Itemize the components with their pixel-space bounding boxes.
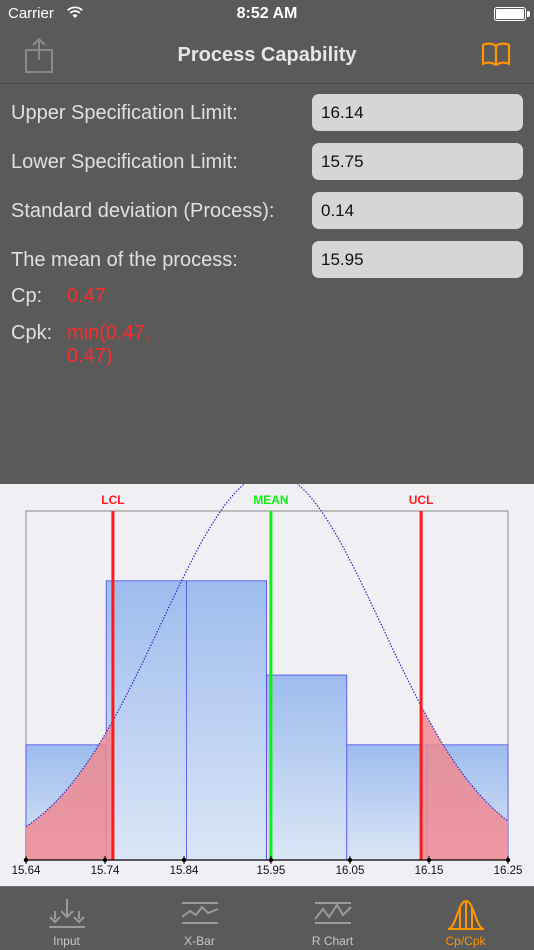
histogram-bar xyxy=(266,674,348,861)
x-tick-label: 15.64 xyxy=(12,865,41,877)
tab-r-chart[interactable]: R Chart xyxy=(266,887,399,950)
xbar-chart-icon xyxy=(181,902,219,924)
tab-label: X-Bar xyxy=(184,934,215,948)
x-tick-dot xyxy=(102,857,108,863)
tab-input[interactable]: Input xyxy=(0,887,133,950)
cp-result: Cp: 0.47 xyxy=(11,285,106,308)
histogram-bar xyxy=(186,580,268,861)
navigation-bar: Process Capability xyxy=(0,28,534,84)
status-bar: Carrier 8:52 AM xyxy=(0,0,534,28)
x-tick-label: 15.84 xyxy=(170,865,199,877)
tab-cp-cpk[interactable]: Cp/Cpk xyxy=(399,887,532,950)
cpk-value: min(0.47, 0.47) xyxy=(67,322,151,367)
histogram-bar xyxy=(346,744,428,861)
histogram-bar xyxy=(105,580,187,861)
x-tick-label: 16.25 xyxy=(494,865,523,877)
sd-label: Standard deviation (Process): xyxy=(11,200,275,222)
capability-chart: LCL MEAN UCL 15.64 15.74 15.84 15.95 16.05 16.15… xyxy=(0,484,534,886)
input-form: Upper Specification Limit: Lower Specifi… xyxy=(0,84,534,484)
x-tick-label: 16.15 xyxy=(415,865,444,877)
lsl-field[interactable] xyxy=(312,143,523,180)
limit-label-lcl: LCL xyxy=(101,493,124,507)
clock: 8:52 AM xyxy=(236,5,298,22)
limit-label-ucl: UCL xyxy=(409,493,434,507)
capability-histogram: LCL MEAN UCL 15.64 15.74 15.84 15.95 16.05 16.15… xyxy=(12,484,523,877)
tab-label: Cp/Cpk xyxy=(445,934,486,948)
x-tick-dot xyxy=(268,857,274,863)
limit-label-mean: MEAN xyxy=(253,493,288,507)
bell-curve-icon xyxy=(447,899,485,930)
mean-label: The mean of the process: xyxy=(11,249,238,271)
x-tick-dot xyxy=(181,857,187,863)
x-tick-dot xyxy=(426,857,432,863)
usl-field[interactable] xyxy=(312,94,523,131)
x-tick-label: 15.95 xyxy=(257,865,286,877)
tab-label: R Chart xyxy=(311,934,354,948)
x-tick-dot xyxy=(23,857,29,863)
cpk-label: Cpk: xyxy=(11,322,53,344)
book-icon[interactable] xyxy=(480,40,512,68)
tab-label: Input xyxy=(53,934,80,948)
cpk-result: Cpk: min(0.47, 0.47) xyxy=(11,322,150,367)
battery-icon xyxy=(494,7,530,21)
lsl-label: Lower Specification Limit: xyxy=(11,151,238,173)
x-tick-dot xyxy=(505,857,511,863)
input-icon xyxy=(49,899,85,928)
mean-field[interactable] xyxy=(312,241,523,278)
x-tick-label: 16.05 xyxy=(336,865,365,877)
x-tick-dot xyxy=(347,857,353,863)
cp-label: Cp: xyxy=(11,285,43,307)
usl-label: Upper Specification Limit: xyxy=(11,102,238,124)
tab-bar: Input X-Bar R Chart Cp/Cpk xyxy=(0,886,534,950)
r-chart-icon xyxy=(314,902,352,924)
tab-xbar[interactable]: X-Bar xyxy=(133,887,266,950)
sd-field[interactable] xyxy=(312,192,523,229)
cp-value: 0.47 xyxy=(67,285,106,307)
x-tick-label: 15.74 xyxy=(91,865,120,877)
page-title: Process Capability xyxy=(177,44,357,66)
